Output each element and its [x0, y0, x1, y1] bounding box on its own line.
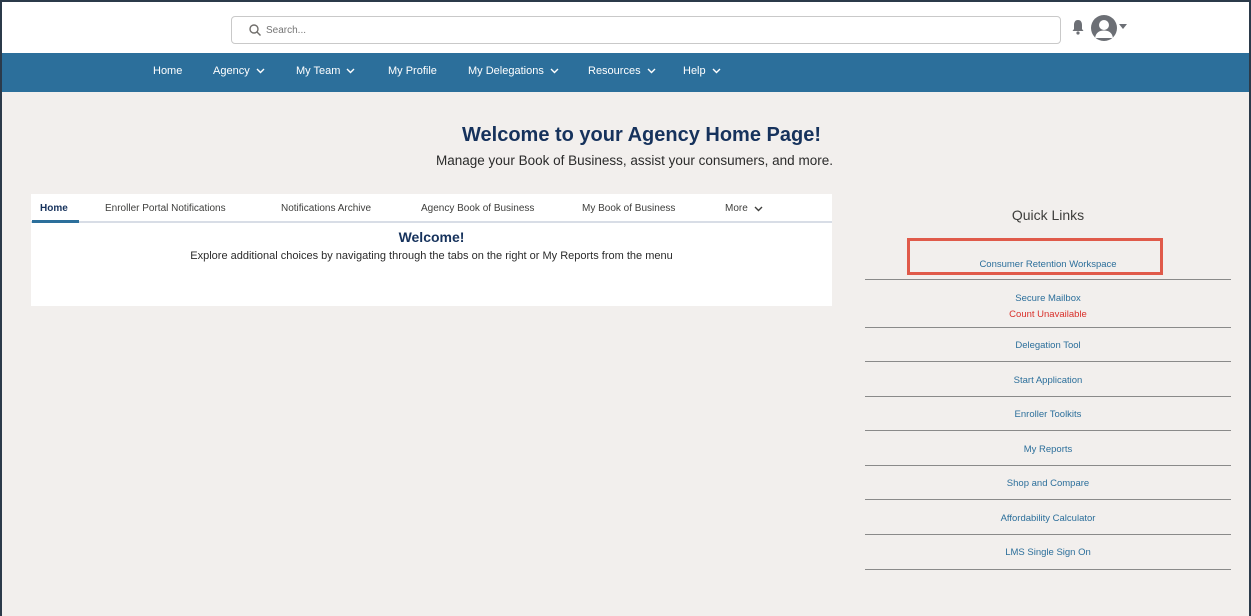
tabs-panel: Home Enroller Portal Notifications Notif…: [31, 194, 832, 306]
tab-enroller-portal-notifications-label: Enroller Portal Notifications: [105, 203, 226, 214]
nav-help-label: Help: [683, 65, 706, 77]
nav-home-label: Home: [153, 65, 183, 77]
quick-link-affordability-calculator[interactable]: Affordability Calculator: [865, 513, 1231, 524]
nav-my-profile-label: My Profile: [388, 65, 437, 77]
nav-resources-label: Resources: [588, 65, 641, 77]
tab-agency-book-label: Agency Book of Business: [421, 203, 535, 214]
nav-my-team-label: My Team: [296, 65, 341, 77]
divider: [865, 279, 1231, 280]
tab-notifications-archive-label: Notifications Archive: [281, 203, 372, 214]
caret-down-icon[interactable]: [1119, 24, 1127, 30]
tab-bar: Home Enroller Portal Notifications Notif…: [31, 194, 832, 223]
nav-item-resources[interactable]: Resources: [588, 65, 656, 77]
tab-more-label: More: [725, 203, 748, 214]
divider: [865, 396, 1231, 397]
active-tab-indicator: [32, 220, 79, 223]
app-frame: Home Agency My Team My Profile My Delega…: [0, 0, 1251, 616]
chevron-down-icon: [647, 68, 656, 74]
quick-link-my-reports[interactable]: My Reports: [865, 444, 1231, 455]
tab-my-book-of-business[interactable]: My Book of Business: [582, 203, 675, 214]
divider: [865, 499, 1231, 500]
search-input[interactable]: [266, 21, 1026, 39]
main-nav: Home Agency My Team My Profile My Delega…: [2, 53, 1249, 92]
nav-item-my-profile[interactable]: My Profile: [388, 65, 437, 77]
nav-agency-label: Agency: [213, 65, 250, 77]
chevron-down-icon: [712, 68, 721, 74]
page-title: Welcome to your Agency Home Page!: [462, 124, 821, 146]
tab-enroller-portal-notifications[interactable]: Enroller Portal Notifications: [105, 203, 226, 214]
chevron-down-icon: [346, 68, 355, 74]
quick-link-delegation-tool[interactable]: Delegation Tool: [865, 340, 1231, 351]
top-header: [2, 2, 1249, 53]
tab-home[interactable]: Home: [40, 203, 68, 214]
tab-notifications-archive[interactable]: Notifications Archive: [281, 203, 371, 214]
nav-item-my-delegations[interactable]: My Delegations: [468, 65, 559, 77]
secure-mailbox-count-status: Count Unavailable: [1009, 309, 1087, 320]
page-subtitle: Manage your Book of Business, assist you…: [436, 153, 833, 168]
tab-home-label: Home: [40, 203, 68, 214]
avatar-person-icon: [1095, 20, 1113, 38]
tab-my-book-label: My Book of Business: [582, 203, 676, 214]
quick-link-secure-mailbox[interactable]: Secure Mailbox: [865, 293, 1231, 304]
welcome-heading: Welcome!: [398, 229, 465, 245]
nav-item-help[interactable]: Help: [683, 65, 721, 77]
highlight-box: [907, 238, 1163, 275]
tab-agency-book-of-business[interactable]: Agency Book of Business: [421, 203, 534, 214]
nav-item-home[interactable]: Home: [153, 65, 182, 77]
divider: [865, 534, 1231, 535]
divider: [865, 327, 1231, 328]
chevron-down-icon: [550, 68, 559, 74]
quick-link-lms-single-sign-on[interactable]: LMS Single Sign On: [865, 547, 1231, 558]
quick-link-shop-and-compare[interactable]: Shop and Compare: [865, 478, 1231, 489]
divider: [865, 465, 1231, 466]
divider: [865, 430, 1231, 431]
divider: [865, 361, 1231, 362]
bell-icon[interactable]: [1071, 19, 1085, 35]
nav-item-my-team[interactable]: My Team: [296, 65, 355, 77]
quick-links-title: Quick Links: [1011, 207, 1085, 223]
chevron-down-icon: [256, 68, 265, 74]
welcome-text: Explore additional choices by navigating…: [190, 250, 673, 262]
tab-more[interactable]: More: [725, 203, 763, 214]
nav-my-delegations-label: My Delegations: [468, 65, 544, 77]
user-avatar-icon[interactable]: [1091, 15, 1117, 41]
quick-link-enroller-toolkits[interactable]: Enroller Toolkits: [865, 409, 1231, 420]
divider: [865, 569, 1231, 570]
nav-item-agency[interactable]: Agency: [213, 65, 265, 77]
search-box[interactable]: [231, 16, 1061, 44]
chevron-down-icon: [754, 206, 763, 211]
search-icon: [249, 24, 261, 36]
quick-link-start-application[interactable]: Start Application: [865, 375, 1231, 386]
